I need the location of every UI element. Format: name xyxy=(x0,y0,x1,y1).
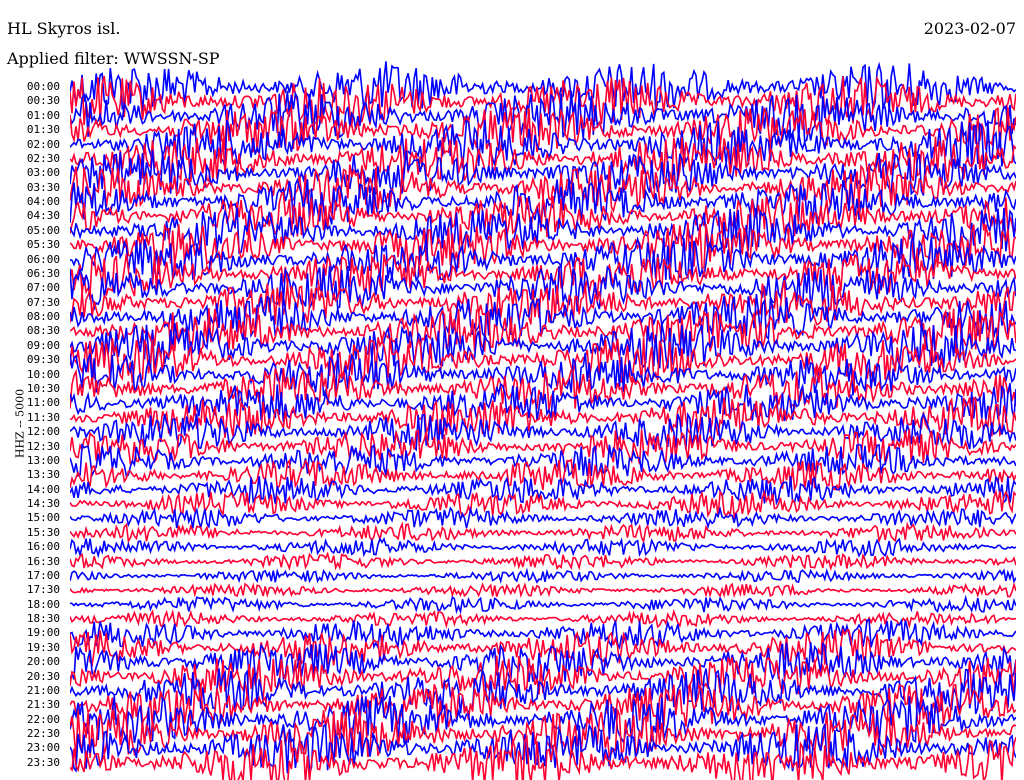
time-tick-label: 04:30 xyxy=(26,209,60,223)
time-tick-label: 17:00 xyxy=(26,568,60,582)
time-tick-label: 15:00 xyxy=(26,511,60,525)
time-tick-label: 19:30 xyxy=(26,640,60,654)
time-tick-label: 01:00 xyxy=(26,108,60,122)
time-tick-label: 09:00 xyxy=(26,338,60,352)
time-tick-label: 09:30 xyxy=(26,353,60,367)
time-tick-label: 03:00 xyxy=(26,166,60,180)
time-tick-label: 12:30 xyxy=(26,439,60,453)
time-tick-label: 18:00 xyxy=(26,597,60,611)
time-tick-label: 07:30 xyxy=(26,295,60,309)
time-tick-label: 05:30 xyxy=(26,238,60,252)
time-tick-label: 03:30 xyxy=(26,180,60,194)
time-tick-label: 04:00 xyxy=(26,195,60,209)
trace-line xyxy=(70,536,1016,559)
time-tick-label: 00:00 xyxy=(26,80,60,93)
time-tick-label: 01:30 xyxy=(26,123,60,137)
time-tick-label: 23:30 xyxy=(26,755,60,769)
time-tick-label: 16:00 xyxy=(26,540,60,554)
time-tick-label: 22:30 xyxy=(26,727,60,741)
time-tick-label: 10:00 xyxy=(26,367,60,381)
time-tick-label: 18:30 xyxy=(26,612,60,626)
time-axis: 00:00 00:30 01:00 01:30 02:00 02:30 03:00 03:30… xyxy=(0,0,66,780)
time-tick-label: 07:00 xyxy=(26,281,60,295)
time-tick-label: 23:00 xyxy=(26,741,60,755)
time-tick-label: 20:30 xyxy=(26,669,60,683)
trace-line xyxy=(70,521,1016,545)
time-tick-label: 20:00 xyxy=(26,655,60,669)
trace-line xyxy=(70,608,1016,629)
trace-line xyxy=(70,505,1016,531)
time-tick-label: 13:30 xyxy=(26,468,60,482)
time-tick-label: 17:30 xyxy=(26,583,60,597)
time-tick-label: 14:00 xyxy=(26,482,60,496)
time-tick-label: 08:00 xyxy=(26,310,60,324)
time-tick-label: 05:00 xyxy=(26,223,60,237)
time-tick-label: 06:30 xyxy=(26,266,60,280)
trace-line xyxy=(70,581,1016,599)
time-tick-label: 00:30 xyxy=(26,94,60,108)
time-tick-label: 21:30 xyxy=(26,698,60,712)
seismogram-plot xyxy=(70,61,1016,780)
time-tick-label: 19:00 xyxy=(26,626,60,640)
time-tick-label: 16:30 xyxy=(26,554,60,568)
time-tick-label: 10:30 xyxy=(26,381,60,395)
time-tick-label: 02:30 xyxy=(26,151,60,165)
time-tick-label: 14:30 xyxy=(26,497,60,511)
time-tick-label: 13:00 xyxy=(26,453,60,467)
time-tick-label: 21:00 xyxy=(26,683,60,697)
time-tick-label: 11:30 xyxy=(26,410,60,424)
trace-line xyxy=(70,594,1016,615)
trace-line xyxy=(70,551,1016,572)
time-tick-label: 22:00 xyxy=(26,712,60,726)
time-tick-label: 06:00 xyxy=(26,252,60,266)
time-tick-label: 12:00 xyxy=(26,425,60,439)
time-tick-label: 02:00 xyxy=(26,137,60,151)
trace-line xyxy=(70,567,1016,585)
time-tick-label: 15:30 xyxy=(26,525,60,539)
time-tick-label: 11:00 xyxy=(26,396,60,410)
time-tick-label: 08:30 xyxy=(26,324,60,338)
